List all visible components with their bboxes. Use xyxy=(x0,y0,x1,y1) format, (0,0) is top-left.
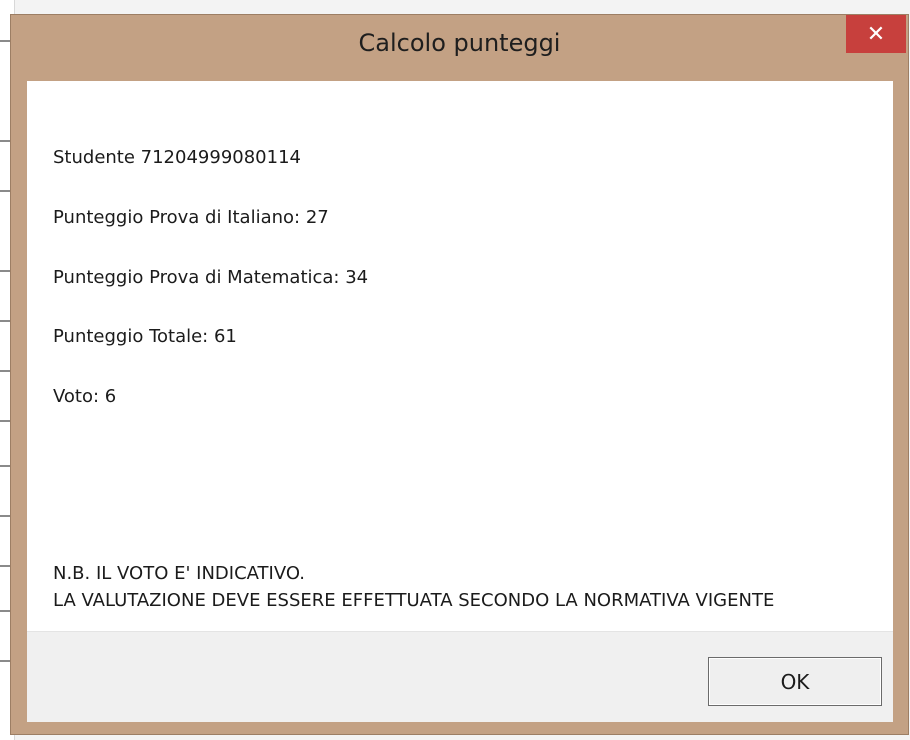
ok-button[interactable]: OK xyxy=(708,657,882,706)
italian-score-line: Punteggio Prova di Italiano: 27 xyxy=(53,207,329,228)
background-tick xyxy=(0,565,10,567)
dialog-title-bar[interactable]: Calcolo punteggi ✕ xyxy=(11,15,908,79)
background-tick xyxy=(0,40,10,42)
grade-line: Voto: 6 xyxy=(53,386,117,407)
close-button[interactable]: ✕ xyxy=(846,15,906,53)
total-score-line: Punteggio Totale: 61 xyxy=(53,326,237,347)
student-line: Studente 71204999080114 xyxy=(53,147,301,168)
background-tick xyxy=(0,465,10,467)
note-line-2: LA VALUTAZIONE DEVE ESSERE EFFETTUATA SE… xyxy=(53,590,775,611)
math-score-line: Punteggio Prova di Matematica: 34 xyxy=(53,267,369,288)
dialog-footer: OK xyxy=(27,631,893,722)
background-tick xyxy=(0,270,10,272)
background-tick xyxy=(0,420,10,422)
dialog-title: Calcolo punteggi xyxy=(358,29,561,57)
background-tick xyxy=(0,660,10,662)
background-tick xyxy=(0,370,10,372)
close-icon: ✕ xyxy=(866,21,886,47)
dialog-body: Studente 71204999080114 Punteggio Prova … xyxy=(27,81,893,722)
background-tick xyxy=(0,190,10,192)
background-tick xyxy=(0,610,10,612)
background-tick xyxy=(0,515,10,517)
note-line-1: N.B. IL VOTO E' INDICATIVO. xyxy=(53,563,306,584)
background-tick xyxy=(0,320,10,322)
score-dialog: Calcolo punteggi ✕ Studente 712049990801… xyxy=(10,14,909,735)
disclaimer-note: N.B. IL VOTO E' INDICATIVO. LA VALUTAZIO… xyxy=(53,560,873,614)
background-tick xyxy=(0,140,10,142)
